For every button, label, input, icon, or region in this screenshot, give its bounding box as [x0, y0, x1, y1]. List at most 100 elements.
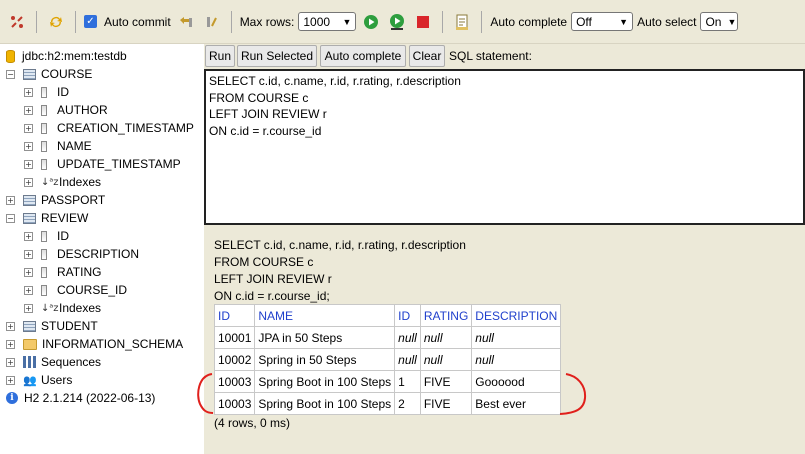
auto-complete-value: Off	[576, 14, 592, 29]
table-header-row: ID NAME ID RATING DESCRIPTION	[213, 304, 562, 327]
tree-column[interactable]: + NAME	[24, 137, 92, 155]
table-cell: 10002	[213, 348, 256, 371]
table-cell: 10001	[213, 326, 256, 349]
expand-icon[interactable]: +	[24, 87, 33, 97]
tree-sequences[interactable]: + Sequences	[6, 353, 101, 371]
users-icon: 👥	[23, 373, 37, 387]
tree-table-review[interactable]: − REVIEW	[6, 209, 88, 227]
auto-select-value: On	[705, 14, 722, 29]
column-header[interactable]: RATING	[419, 304, 473, 327]
max-rows-label: Max rows:	[239, 14, 295, 29]
run-button[interactable]: Run	[205, 45, 235, 67]
rollback-icon[interactable]	[175, 11, 197, 33]
expand-icon[interactable]: +	[24, 123, 33, 133]
disconnect-icon[interactable]	[6, 11, 28, 33]
commit-icon[interactable]	[201, 11, 223, 33]
tree-connection[interactable]: jdbc:h2:mem:testdb	[6, 47, 127, 65]
auto-complete-select[interactable]: Off ▼	[571, 12, 634, 31]
result-sql-echo: ON c.id = r.course_id;	[214, 289, 330, 303]
clear-button[interactable]: Clear	[409, 45, 445, 67]
expand-icon[interactable]: +	[24, 285, 33, 295]
table-cell: 2	[394, 392, 421, 415]
column-header[interactable]: ID	[394, 304, 421, 327]
index-sort-icon: ↓ᵃz	[41, 302, 59, 314]
tree-column[interactable]: + ID	[24, 227, 69, 245]
table-cell: Spring in 50 Steps	[254, 348, 396, 371]
tree-column[interactable]: + RATING	[24, 263, 101, 281]
expand-icon[interactable]: +	[24, 303, 33, 313]
expand-icon[interactable]: +	[6, 375, 15, 385]
expand-icon[interactable]: +	[6, 357, 15, 367]
auto-select-select[interactable]: On ▼	[700, 12, 739, 31]
tree-indexes[interactable]: + ↓ᵃz Indexes	[24, 299, 101, 317]
toolbar-separator	[230, 10, 232, 33]
tree-indexes[interactable]: + ↓ᵃz Indexes	[24, 173, 101, 191]
stop-icon[interactable]	[412, 11, 434, 33]
expand-icon[interactable]: +	[24, 105, 33, 115]
tree-table-course[interactable]: − COURSE	[6, 65, 92, 83]
column-header[interactable]: ID	[213, 304, 256, 327]
expand-icon[interactable]: +	[24, 141, 33, 151]
column-icon	[41, 158, 47, 170]
tree-users[interactable]: + 👥 Users	[6, 371, 72, 389]
column-header[interactable]: NAME	[254, 304, 396, 327]
table-cell: 10003	[213, 370, 256, 393]
column-icon	[41, 248, 47, 260]
expand-icon[interactable]: +	[6, 195, 15, 205]
sql-line: LEFT JOIN REVIEW r	[209, 107, 327, 121]
expand-icon[interactable]: +	[24, 249, 33, 259]
tree-column[interactable]: + COURSE_ID	[24, 281, 127, 299]
table-row: 10001 JPA in 50 Steps null null null	[213, 326, 562, 349]
refresh-icon[interactable]	[45, 11, 67, 33]
table-cell: null	[471, 348, 562, 371]
expand-icon[interactable]: +	[24, 177, 33, 187]
max-rows-select[interactable]: 1000 ▼	[298, 12, 357, 31]
result-sql-echo: FROM COURSE c	[214, 255, 314, 269]
auto-complete-button[interactable]: Auto complete	[320, 45, 406, 67]
tree-column[interactable]: + UPDATE_TIMESTAMP	[24, 155, 181, 173]
sql-line: ON c.id = r.course_id	[209, 123, 322, 138]
expand-icon[interactable]: +	[24, 231, 33, 241]
tree-column[interactable]: + DESCRIPTION	[24, 245, 139, 263]
result-sql-echo: SELECT c.id, c.name, r.id, r.rating, r.d…	[214, 238, 466, 252]
expand-icon[interactable]: +	[6, 339, 15, 349]
run-icon[interactable]	[360, 11, 382, 33]
toolbar-separator	[36, 10, 37, 33]
tree-table-passport[interactable]: + PASSPORT	[6, 191, 105, 209]
column-header[interactable]: DESCRIPTION	[471, 304, 562, 327]
indexes-label: Indexes	[59, 175, 102, 189]
tree-column[interactable]: + CREATION_TIMESTAMP	[24, 119, 194, 137]
collapse-icon[interactable]: −	[6, 213, 15, 223]
tree-version: i H2 2.1.214 (2022-06-13)	[6, 389, 155, 407]
indexes-label: Indexes	[59, 301, 102, 315]
auto-commit-checkbox[interactable]: ✓	[84, 15, 97, 28]
table-course-label: COURSE	[41, 67, 93, 81]
tree-column[interactable]: + ID	[24, 83, 69, 101]
column-icon	[41, 122, 47, 134]
expand-icon[interactable]: +	[6, 321, 15, 331]
sql-editor[interactable]: SELECT c.id, c.name, r.id, r.rating, r.d…	[204, 69, 805, 225]
expand-icon[interactable]: +	[24, 159, 33, 169]
toolbar-separator	[75, 10, 76, 33]
table-cell: null	[419, 326, 473, 349]
info-icon: i	[6, 392, 18, 404]
folder-icon	[23, 338, 37, 350]
table-review-label: REVIEW	[41, 211, 89, 225]
tree-information-schema[interactable]: + INFORMATION_SCHEMA	[6, 335, 183, 353]
tree-column[interactable]: + AUTHOR	[24, 101, 108, 119]
result-status: (4 rows, 0 ms)	[214, 416, 291, 430]
run-selected-icon[interactable]	[386, 11, 408, 33]
toolbar: ✓ Auto commit Max rows: 1000 ▼ Auto compl…	[0, 0, 805, 44]
column-icon	[41, 140, 47, 152]
collapse-icon[interactable]: −	[6, 69, 15, 79]
tree-table-student[interactable]: + STUDENT	[6, 317, 98, 335]
result-panel: SELECT c.id, c.name, r.id, r.rating, r.d…	[204, 227, 805, 454]
expand-icon[interactable]: +	[24, 267, 33, 277]
run-selected-button[interactable]: Run Selected	[237, 45, 317, 67]
table-row: 10003 Spring Boot in 100 Steps 1 FIVE Go…	[213, 370, 562, 393]
history-icon[interactable]	[451, 11, 473, 33]
table-cell: JPA in 50 Steps	[254, 326, 396, 349]
table-cell: null	[419, 348, 473, 371]
column-label: RATING	[57, 265, 102, 279]
auto-select-label: Auto select	[637, 14, 697, 29]
